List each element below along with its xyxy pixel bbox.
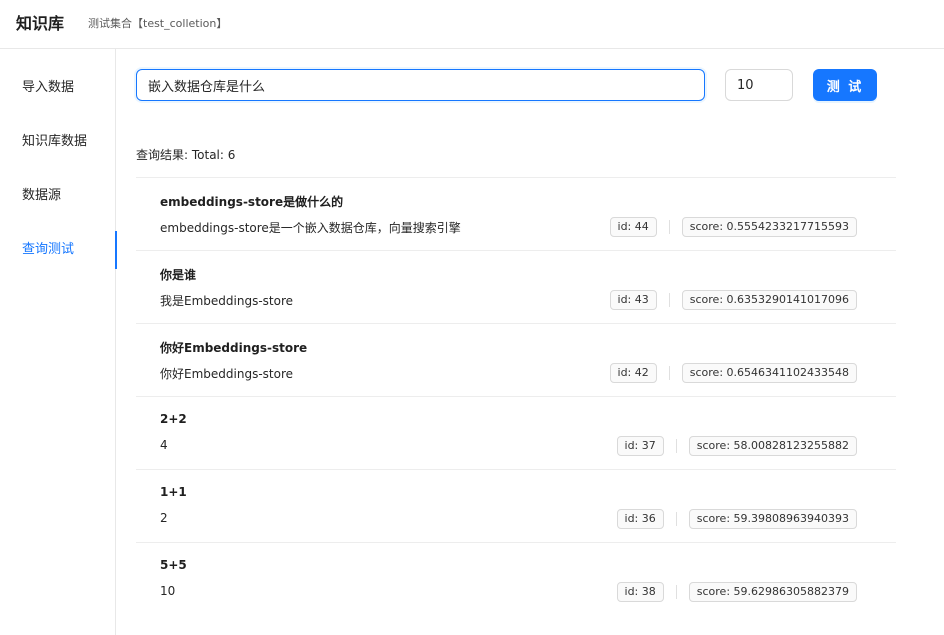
test-button[interactable]: 测 试 (813, 69, 877, 101)
divider (675, 585, 677, 599)
result-tags: id: 44 score: 0.5554233217715593 (609, 217, 857, 237)
divider (668, 366, 670, 380)
score-tag: score: 59.39808963940393 (688, 509, 857, 529)
result-title: 1+1 (160, 485, 187, 499)
result-title: 5+5 (160, 558, 187, 572)
list-item: 1+1 2 id: 36 score: 59.39808963940393 (136, 469, 896, 542)
list-item: 2+2 4 id: 37 score: 58.00828123255882 (136, 396, 896, 469)
divider (675, 439, 677, 453)
query-input[interactable] (136, 69, 705, 101)
score-tag: score: 0.5554233217715593 (681, 217, 857, 237)
id-tag: id: 38 (616, 582, 664, 602)
result-content: 我是Embeddings-store (160, 294, 293, 308)
divider (668, 220, 670, 234)
result-content: 2 (160, 511, 168, 525)
result-content: embeddings-store是一个嵌入数据仓库，向量搜索引擎 (160, 221, 461, 235)
collection-subtitle: 测试集合【test_colletion】 (88, 17, 228, 30)
result-summary: 查询结果: Total: 6 (136, 148, 236, 162)
score-tag: score: 59.62986305882379 (688, 582, 857, 602)
page-header: 知识库 测试集合【test_colletion】 (0, 0, 944, 49)
score-tag: score: 0.6546341102433548 (681, 363, 857, 383)
result-tags: id: 43 score: 0.6353290141017096 (609, 290, 857, 310)
top-k-input[interactable] (725, 69, 793, 101)
list-item: embeddings-store是做什么的 embeddings-store是一… (136, 177, 896, 250)
id-tag: id: 37 (616, 436, 664, 456)
result-title: 你好Embeddings-store (160, 341, 308, 355)
list-item: 你是谁 我是Embeddings-store id: 43 score: 0.6… (136, 250, 896, 323)
sidebar-item-query-test[interactable]: 查询测试 (0, 231, 117, 269)
id-tag: id: 36 (616, 509, 664, 529)
sidebar: 导入数据 知识库数据 数据源 查询测试 (0, 49, 117, 635)
score-tag: score: 0.6353290141017096 (681, 290, 857, 310)
sidebar-item-knowledge-data[interactable]: 知识库数据 (0, 123, 116, 161)
app-title: 知识库 (16, 14, 65, 33)
sidebar-item-import-data[interactable]: 导入数据 (0, 69, 116, 107)
result-tags: id: 42 score: 0.6546341102433548 (609, 363, 857, 383)
id-tag: id: 43 (609, 290, 657, 310)
results-list: embeddings-store是做什么的 embeddings-store是一… (136, 177, 896, 615)
result-title: 2+2 (160, 412, 187, 426)
list-item: 5+5 10 id: 38 score: 59.62986305882379 (136, 542, 896, 615)
result-title: 你是谁 (160, 268, 197, 282)
result-tags: id: 36 score: 59.39808963940393 (616, 509, 857, 529)
list-item: 你好Embeddings-store 你好Embeddings-store id… (136, 323, 896, 396)
result-tags: id: 37 score: 58.00828123255882 (616, 436, 857, 456)
score-tag: score: 58.00828123255882 (688, 436, 857, 456)
result-content: 10 (160, 584, 176, 598)
divider (675, 512, 677, 526)
result-content: 你好Embeddings-store (160, 367, 293, 381)
sidebar-item-data-source[interactable]: 数据源 (0, 177, 116, 215)
result-content: 4 (160, 438, 168, 452)
result-tags: id: 38 score: 59.62986305882379 (616, 582, 857, 602)
result-title: embeddings-store是做什么的 (160, 195, 344, 209)
id-tag: id: 44 (609, 217, 657, 237)
id-tag: id: 42 (609, 363, 657, 383)
divider (668, 293, 670, 307)
